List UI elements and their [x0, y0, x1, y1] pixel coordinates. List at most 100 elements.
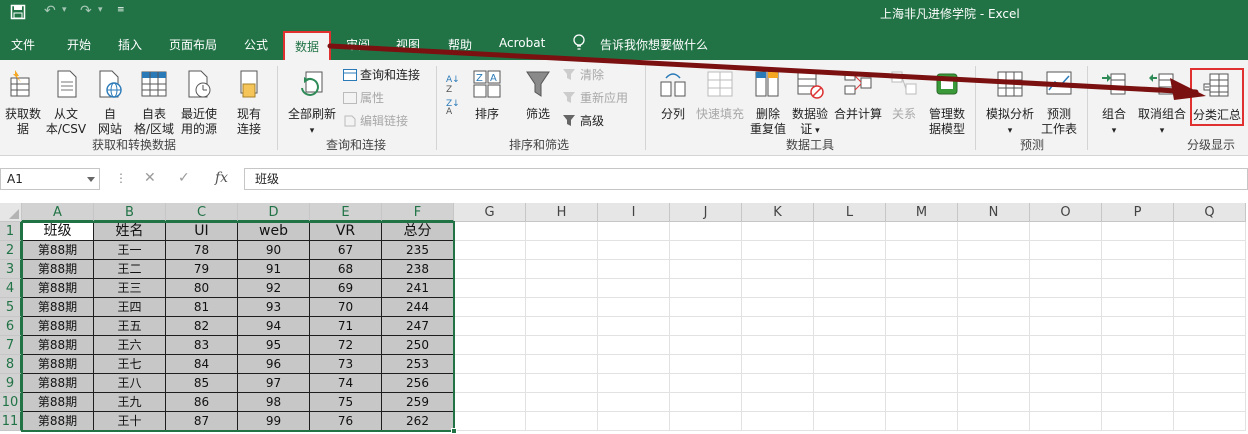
cell-c9[interactable]: 85	[166, 374, 238, 393]
row-header-1[interactable]: 1	[0, 222, 22, 241]
cell-g3[interactable]	[454, 260, 526, 279]
cell-o2[interactable]	[1030, 241, 1102, 260]
cell-f4[interactable]: 241	[382, 279, 454, 298]
cell-n4[interactable]	[958, 279, 1030, 298]
cell-b10[interactable]: 王九	[94, 393, 166, 412]
row-header-6[interactable]: 6	[0, 317, 22, 336]
row-header-11[interactable]: 11	[0, 412, 22, 431]
cell-n3[interactable]	[958, 260, 1030, 279]
cell-l1[interactable]	[814, 222, 886, 241]
cell-l3[interactable]	[814, 260, 886, 279]
cell-g4[interactable]	[454, 279, 526, 298]
cancel-icon[interactable]: ✕	[144, 170, 156, 186]
cell-d9[interactable]: 97	[238, 374, 310, 393]
cell-n5[interactable]	[958, 298, 1030, 317]
cell-g11[interactable]	[454, 412, 526, 431]
cell-a7[interactable]: 第88期	[22, 336, 94, 355]
cell-n11[interactable]	[958, 412, 1030, 431]
subtotal-button[interactable]: 分类汇总	[1190, 68, 1244, 126]
cell-i6[interactable]	[598, 317, 670, 336]
cell-p10[interactable]	[1102, 393, 1174, 412]
manage-data-model-button[interactable]: 管理数 据模型	[926, 68, 968, 137]
cell-q3[interactable]	[1174, 260, 1246, 279]
cell-o3[interactable]	[1030, 260, 1102, 279]
cell-i2[interactable]	[598, 241, 670, 260]
column-header-d[interactable]: D	[238, 203, 310, 222]
cell-m11[interactable]	[886, 412, 958, 431]
cell-m3[interactable]	[886, 260, 958, 279]
cell-p9[interactable]	[1102, 374, 1174, 393]
cell-g2[interactable]	[454, 241, 526, 260]
tab-file[interactable]: 文件	[11, 36, 35, 53]
remove-duplicates-button[interactable]: 删除 重复值	[748, 68, 788, 137]
cell-j5[interactable]	[670, 298, 742, 317]
cell-m2[interactable]	[886, 241, 958, 260]
column-header-q[interactable]: Q	[1174, 203, 1246, 222]
cell-h2[interactable]	[526, 241, 598, 260]
clear-filter-button[interactable]: 清除	[563, 66, 604, 84]
cell-h3[interactable]	[526, 260, 598, 279]
cell-o8[interactable]	[1030, 355, 1102, 374]
column-header-a[interactable]: A	[22, 203, 94, 222]
reapply-button[interactable]: 重新应用	[563, 89, 628, 107]
cell-f8[interactable]: 253	[382, 355, 454, 374]
cell-j11[interactable]	[670, 412, 742, 431]
worksheet-grid[interactable]: A B C D E F G H I J K L M N O P Q 1 班级 姓名 UI web VR 总分 2 第88期 王一 78…	[0, 203, 1248, 434]
cell-d4[interactable]: 92	[238, 279, 310, 298]
column-header-l[interactable]: L	[814, 203, 886, 222]
column-header-c[interactable]: C	[166, 203, 238, 222]
column-header-i[interactable]: I	[598, 203, 670, 222]
cell-p5[interactable]	[1102, 298, 1174, 317]
cell-h4[interactable]	[526, 279, 598, 298]
cell-h1[interactable]	[526, 222, 598, 241]
flash-fill-button[interactable]: 快速填充	[694, 68, 746, 122]
cell-b4[interactable]: 王三	[94, 279, 166, 298]
cell-q5[interactable]	[1174, 298, 1246, 317]
cell-o7[interactable]	[1030, 336, 1102, 355]
cell-a3[interactable]: 第88期	[22, 260, 94, 279]
cell-m8[interactable]	[886, 355, 958, 374]
forecast-sheet-button[interactable]: 预测 工作表	[1038, 68, 1080, 137]
cell-m10[interactable]	[886, 393, 958, 412]
row-header-5[interactable]: 5	[0, 298, 22, 317]
cell-m9[interactable]	[886, 374, 958, 393]
column-header-p[interactable]: P	[1102, 203, 1174, 222]
fill-handle[interactable]	[451, 428, 457, 434]
cell-f1[interactable]: 总分	[382, 222, 454, 241]
cell-i3[interactable]	[598, 260, 670, 279]
cell-q7[interactable]	[1174, 336, 1246, 355]
cell-b9[interactable]: 王八	[94, 374, 166, 393]
cell-j7[interactable]	[670, 336, 742, 355]
cell-c1[interactable]: UI	[166, 222, 238, 241]
cell-a2[interactable]: 第88期	[22, 241, 94, 260]
cell-k5[interactable]	[742, 298, 814, 317]
cell-i8[interactable]	[598, 355, 670, 374]
sort-az-button[interactable]: A↓ Z Z↓ A	[444, 70, 466, 118]
cell-k1[interactable]	[742, 222, 814, 241]
cell-e5[interactable]: 70	[310, 298, 382, 317]
cell-j2[interactable]	[670, 241, 742, 260]
cell-b5[interactable]: 王四	[94, 298, 166, 317]
tab-page-layout[interactable]: 页面布局	[169, 36, 217, 53]
row-header-9[interactable]: 9	[0, 374, 22, 393]
column-header-h[interactable]: H	[526, 203, 598, 222]
save-icon[interactable]	[10, 4, 26, 24]
cell-a10[interactable]: 第88期	[22, 393, 94, 412]
tab-view[interactable]: 视图	[396, 36, 420, 53]
undo-dropdown-icon[interactable]: ▾	[62, 5, 67, 15]
customize-qat-icon[interactable]: ≡	[117, 5, 125, 15]
cell-d8[interactable]: 96	[238, 355, 310, 374]
cell-j10[interactable]	[670, 393, 742, 412]
group-button[interactable]: 组合 ▾	[1096, 68, 1132, 139]
cell-p1[interactable]	[1102, 222, 1174, 241]
cell-d6[interactable]: 94	[238, 317, 310, 336]
cell-g5[interactable]	[454, 298, 526, 317]
text-to-columns-button[interactable]: 分列	[656, 68, 690, 122]
cell-l7[interactable]	[814, 336, 886, 355]
advanced-filter-button[interactable]: 高级	[563, 112, 604, 130]
cell-c2[interactable]: 78	[166, 241, 238, 260]
cell-m7[interactable]	[886, 336, 958, 355]
cell-d5[interactable]: 93	[238, 298, 310, 317]
cell-f11[interactable]: 262	[382, 412, 454, 431]
cell-q1[interactable]	[1174, 222, 1246, 241]
